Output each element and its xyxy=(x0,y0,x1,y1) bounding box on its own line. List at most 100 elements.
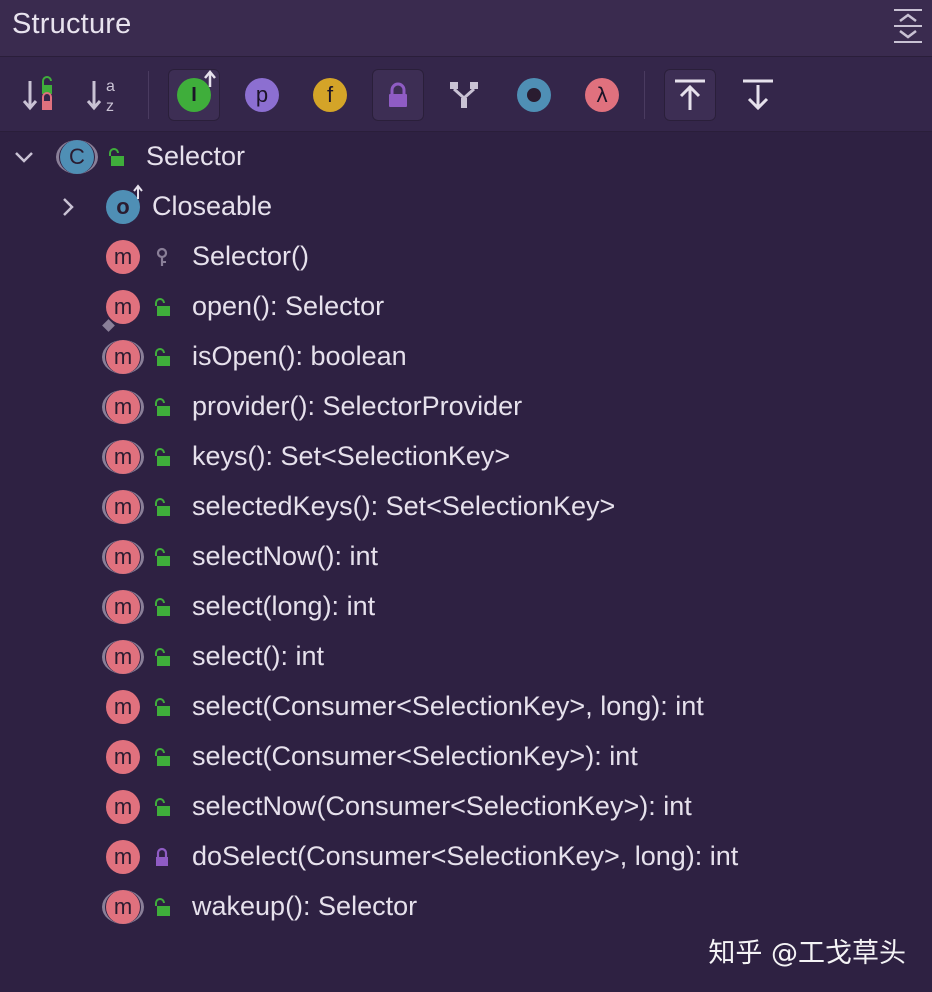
structure-toolbar: a z I p f λ xyxy=(0,57,932,132)
method-glyph: m xyxy=(113,844,133,869)
collapse-all-icon[interactable] xyxy=(892,6,924,46)
tree-label: open(): Selector xyxy=(192,291,385,321)
abstract-method-icon: m xyxy=(102,540,144,574)
tree-label: select(): int xyxy=(192,641,325,671)
tree-row-method[interactable]: m provider(): SelectorProvider xyxy=(0,382,932,432)
abstract-method-icon: m xyxy=(102,640,144,674)
static-marker-icon xyxy=(102,319,115,332)
show-inherited-button[interactable]: I xyxy=(168,69,220,121)
abstract-method-icon: m xyxy=(102,340,144,374)
public-lock-icon xyxy=(155,298,170,316)
sort-z-glyph: z xyxy=(106,98,114,115)
tree-label: select(Consumer<SelectionKey>, long): in… xyxy=(192,691,704,721)
tree-label: selectNow(): int xyxy=(192,541,379,571)
watermark: 知乎 @工戈草头 xyxy=(708,938,906,969)
show-fields-button[interactable]: f xyxy=(304,69,356,121)
sort-a-glyph: a xyxy=(106,78,115,95)
method-icon: m xyxy=(106,740,140,774)
abstract-method-icon: m xyxy=(102,890,144,924)
show-lambdas-circle-button[interactable] xyxy=(508,69,560,121)
show-lambdas-button[interactable]: λ xyxy=(576,69,628,121)
method-glyph: m xyxy=(113,794,133,819)
abstract-method-icon: m xyxy=(102,490,144,524)
lambda-icon: λ xyxy=(585,78,619,112)
tree-row-method[interactable]: m keys(): Set<SelectionKey> xyxy=(0,432,932,482)
method-glyph: m xyxy=(113,244,133,269)
title-bar: Structure xyxy=(0,0,932,57)
chevron-right-icon[interactable] xyxy=(56,195,80,219)
tree-label: doSelect(Consumer<SelectionKey>, long): … xyxy=(192,841,739,871)
tree-label: selectedKeys(): Set<SelectionKey> xyxy=(192,491,616,521)
tree-row-method[interactable]: m isOpen(): boolean xyxy=(0,332,932,382)
autoscroll-from-source-button[interactable] xyxy=(732,69,784,121)
private-lock-icon xyxy=(156,847,168,866)
tree-row-method[interactable]: m selectNow(Consumer<SelectionKey>): int xyxy=(0,782,932,832)
scroll-to-source-icon xyxy=(675,79,705,110)
method-icon: m xyxy=(106,240,140,274)
interface-glyph: o xyxy=(116,194,130,219)
package-key-icon xyxy=(156,247,168,266)
public-lock-icon xyxy=(155,798,170,816)
public-lock-icon xyxy=(155,548,170,566)
tree-row-method[interactable]: m select(Consumer<SelectionKey>, long): i… xyxy=(0,682,932,732)
tree-label: Selector xyxy=(146,141,246,171)
class-icon: C xyxy=(56,140,98,174)
tree-row-method[interactable]: m select(long): int xyxy=(0,582,932,632)
method-icon: m xyxy=(106,790,140,824)
method-glyph: m xyxy=(113,694,133,719)
tree-label: isOpen(): boolean xyxy=(192,341,407,371)
tree-row-method[interactable]: m Selector() xyxy=(0,232,932,282)
structure-tree: C Selector o Closeable m Selector() m open(… xyxy=(0,132,932,992)
show-anonymous-button[interactable] xyxy=(438,69,490,121)
autoscroll-to-source-button[interactable] xyxy=(664,69,716,121)
tree-row-method[interactable]: m selectNow(): int xyxy=(0,532,932,582)
circle-icon xyxy=(517,78,551,112)
property-icon: p xyxy=(245,78,279,112)
lock-icon xyxy=(389,82,407,107)
tree-label: selectNow(Consumer<SelectionKey>): int xyxy=(192,791,692,821)
tree-row-selector-class[interactable]: C Selector xyxy=(0,132,932,182)
interface-inherited-icon: I xyxy=(177,70,216,112)
interface-icon: o xyxy=(106,184,143,224)
abstract-method-icon: m xyxy=(102,440,144,474)
tree-row-closeable[interactable]: o Closeable xyxy=(0,182,932,232)
method-glyph: m xyxy=(113,744,133,769)
public-lock-icon xyxy=(155,448,170,466)
sort-by-visibility-button[interactable] xyxy=(14,69,66,121)
scroll-from-source-icon xyxy=(743,79,773,111)
public-lock-icon xyxy=(155,498,170,516)
tree-label: wakeup(): Selector xyxy=(192,891,418,921)
sort-visibility-icon xyxy=(22,76,52,111)
show-properties-button[interactable]: p xyxy=(236,69,288,121)
sort-alphabetically-button[interactable]: a z xyxy=(80,69,132,121)
tree-row-method[interactable]: m select(): int xyxy=(0,632,932,682)
public-lock-icon xyxy=(155,898,170,916)
inherited-glyph: I xyxy=(191,83,197,106)
toolbar-separator xyxy=(644,71,645,119)
tree-label: select(Consumer<SelectionKey>): int xyxy=(192,741,638,771)
public-lock-icon xyxy=(155,648,170,666)
method-icon: m xyxy=(106,690,140,724)
tree-row-method[interactable]: m open(): Selector xyxy=(0,282,932,332)
method-icon: m xyxy=(102,290,140,332)
method-glyph: m xyxy=(113,294,133,319)
lambda-glyph: λ xyxy=(596,83,608,107)
panel-title: Structure xyxy=(12,8,132,40)
tree-row-method[interactable]: m wakeup(): Selector xyxy=(0,882,932,932)
tree-row-method[interactable]: m select(Consumer<SelectionKey>): int xyxy=(0,732,932,782)
toolbar-separator xyxy=(148,71,149,119)
tree-row-method[interactable]: m selectedKeys(): Set<SelectionKey> xyxy=(0,482,932,532)
public-lock-icon xyxy=(155,398,170,416)
public-lock-icon xyxy=(155,748,170,766)
tree-label: Closeable xyxy=(152,191,273,221)
property-glyph: p xyxy=(255,82,269,107)
public-lock-icon xyxy=(109,148,124,166)
field-icon: f xyxy=(313,78,347,112)
show-non-public-button[interactable] xyxy=(372,69,424,121)
abstract-method-icon: m xyxy=(102,390,144,424)
chevron-down-icon[interactable] xyxy=(12,145,36,169)
tree-label: provider(): SelectorProvider xyxy=(192,391,523,421)
tree-label: select(long): int xyxy=(192,591,376,621)
tree-row-method[interactable]: m doSelect(Consumer<SelectionKey>, long):… xyxy=(0,832,932,882)
field-glyph: f xyxy=(326,82,334,107)
